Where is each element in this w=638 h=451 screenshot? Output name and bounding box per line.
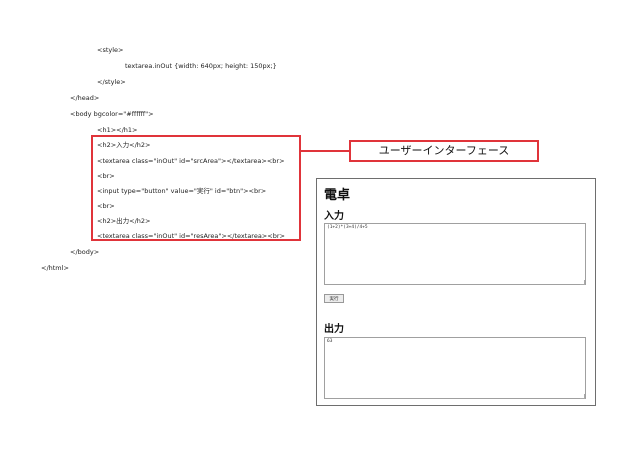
code-line: </head> bbox=[70, 94, 100, 102]
output-heading: 出力 bbox=[324, 324, 344, 335]
ui-callout-label: ユーザーインターフェース bbox=[349, 140, 539, 162]
ui-code-highlight-box bbox=[91, 135, 301, 241]
code-line: textarea.inOut {width: 640px; height: 15… bbox=[125, 62, 277, 70]
res-resize-grip[interactable] bbox=[580, 394, 585, 399]
code-line: <h1></h1> bbox=[97, 126, 138, 134]
res-textarea[interactable]: 63 bbox=[324, 337, 586, 399]
input-heading: 入力 bbox=[324, 211, 344, 222]
code-line: </body> bbox=[70, 248, 100, 256]
code-line: <body bgcolor="#ffffff"> bbox=[70, 110, 154, 118]
browser-preview: 電卓 入力 (1+2)*(3+4)/4+5 実行 出力 63 bbox=[316, 178, 596, 406]
src-resize-grip[interactable] bbox=[580, 280, 585, 285]
code-line: </style> bbox=[97, 78, 126, 86]
callout-connector-line bbox=[301, 150, 349, 152]
code-line: </html> bbox=[41, 264, 69, 272]
code-line: <style> bbox=[97, 46, 124, 54]
execute-button[interactable]: 実行 bbox=[324, 294, 344, 303]
src-textarea[interactable]: (1+2)*(3+4)/4+5 bbox=[324, 223, 586, 285]
page-title: 電卓 bbox=[324, 188, 351, 203]
